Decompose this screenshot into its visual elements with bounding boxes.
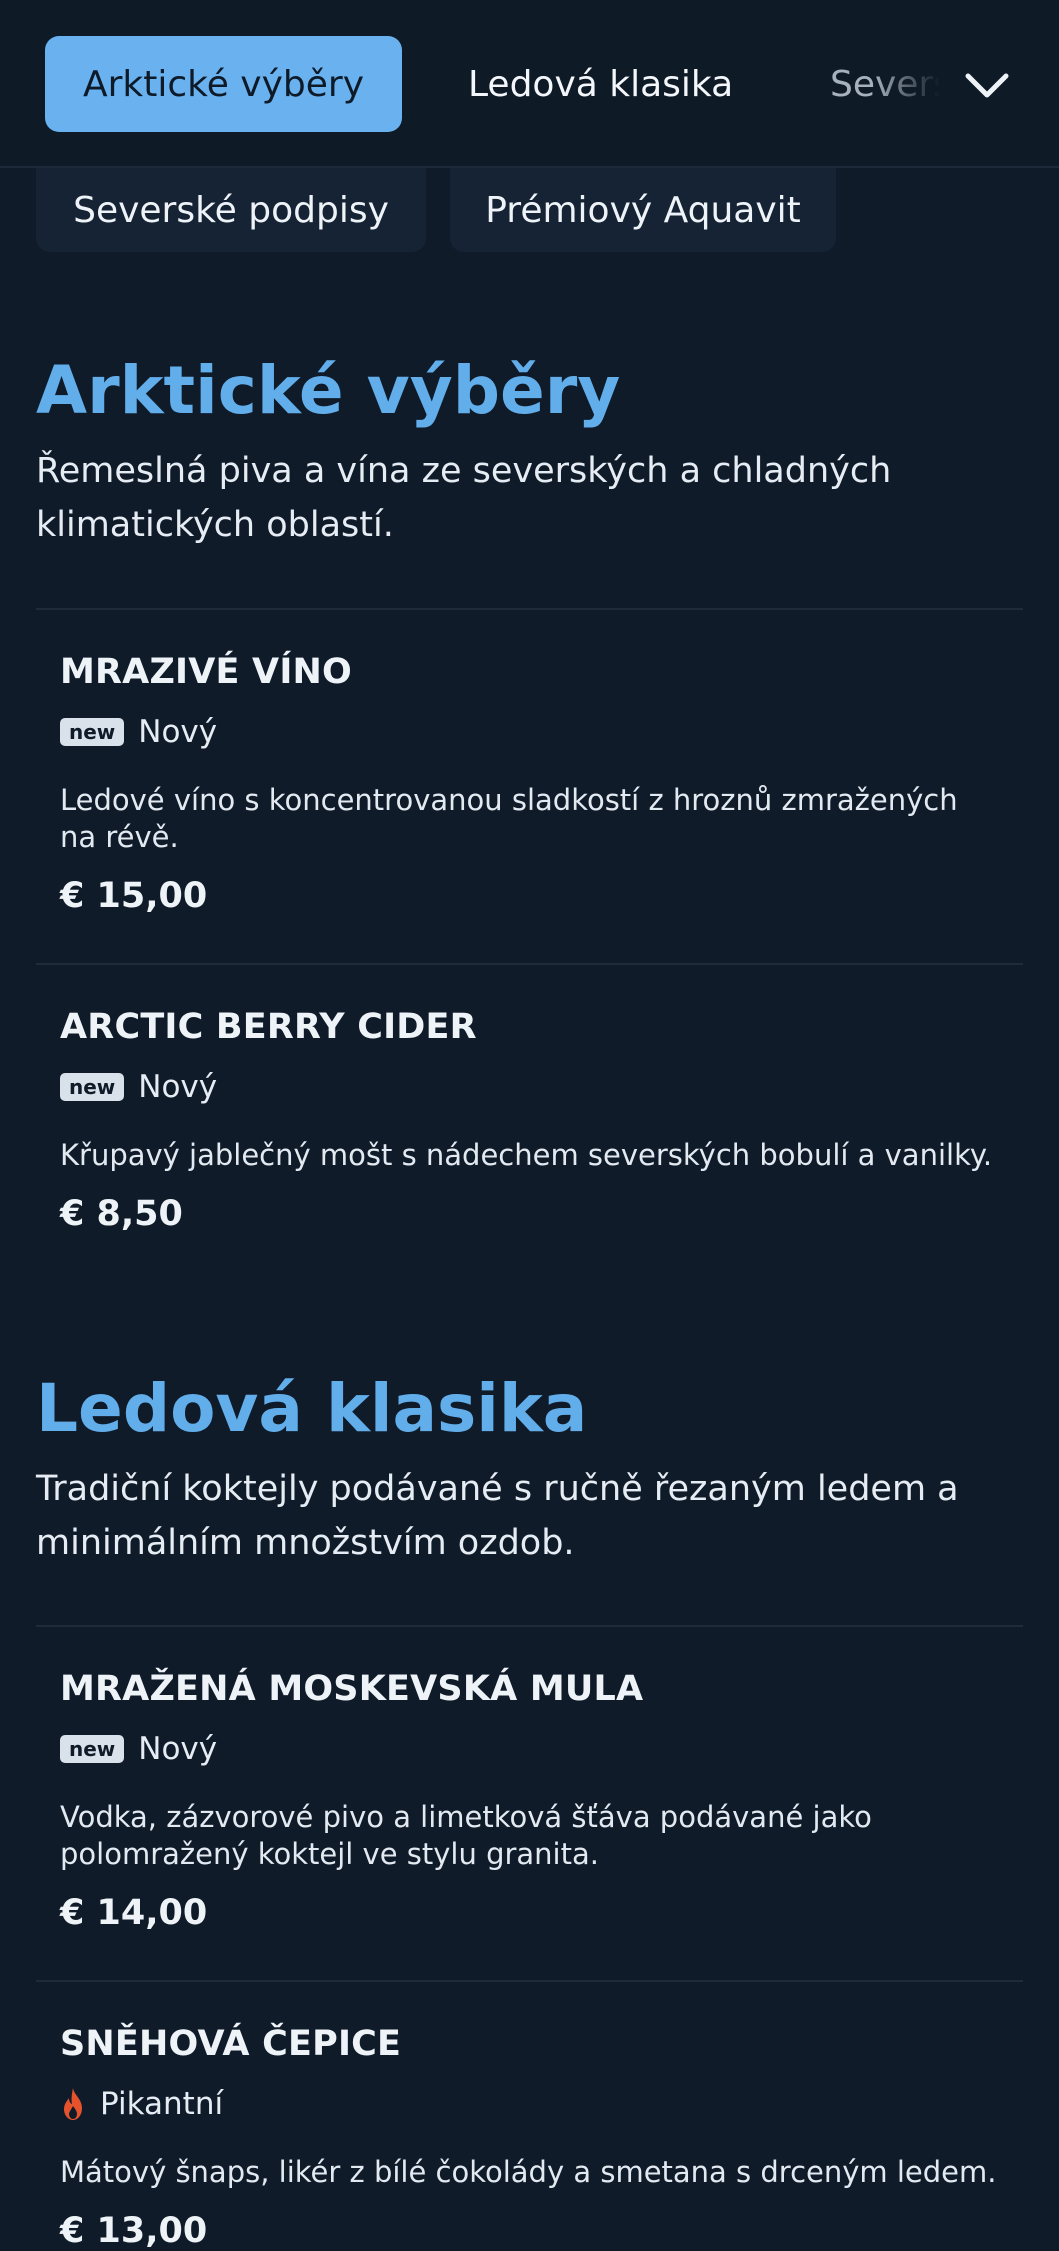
item-tag: new Nový [60, 1067, 999, 1107]
item-tag: new Nový [60, 1729, 999, 1769]
new-badge: new [60, 1735, 125, 1763]
section-description: Řemeslná piva a vína ze severských a chl… [36, 450, 892, 545]
tag-label: Nový [138, 714, 218, 750]
item-description: Vodka, zázvorové pivo a limetková šťáva … [60, 1800, 872, 1871]
tab-ledova-klasika[interactable]: Ledová klasika [468, 36, 733, 132]
menu-item[interactable]: SNĚHOVÁ ČEPICE Pikantní Mátový šnaps, li… [36, 1982, 1023, 2251]
category-chip-severske-podpisy[interactable]: Severské podpisy [36, 168, 426, 252]
menu-item-list: MRAZIVÉ VÍNO new Nový Ledové víno s konc… [36, 608, 1023, 916]
item-price: € 14,00 [60, 1893, 208, 1933]
item-name: MRAZIVÉ VÍNO [60, 652, 353, 692]
chevron-down-icon[interactable] [962, 60, 1012, 110]
menu-section-ledova-klasika: Ledová klasika Tradiční koktejly podávan… [36, 1370, 1023, 1570]
menu-item-list: MRAŽENÁ MOSKEVSKÁ MULA new Nový Vodka, z… [36, 1625, 1023, 1933]
item-tag: new Nový [60, 712, 999, 752]
menu-item-list: SNĚHOVÁ ČEPICE Pikantní Mátový šnaps, li… [36, 1980, 1023, 2251]
item-tag: Pikantní [60, 2084, 999, 2124]
tag-label: Pikantní [100, 2086, 224, 2122]
menu-item-list: ARCTIC BERRY CIDER new Nový Křupavý jabl… [36, 963, 1023, 1234]
tag-label: Nový [138, 1731, 218, 1767]
new-badge: new [60, 1073, 125, 1101]
item-price: € 15,00 [60, 876, 208, 916]
menu-section-arkticke-vybery: Arktické výběry Řemeslná piva a vína ze … [36, 352, 1023, 552]
menu-item[interactable]: MRAŽENÁ MOSKEVSKÁ MULA new Nový Vodka, z… [36, 1627, 1023, 1933]
flame-icon [64, 2088, 82, 2120]
item-description: Křupavý jablečný mošt s nádechem seversk… [60, 1138, 993, 1172]
item-price: € 13,00 [60, 2211, 208, 2251]
tab-arkticke-vybery[interactable]: Arktické výběry [45, 36, 402, 132]
tag-label: Nový [138, 1069, 218, 1105]
item-price: € 8,50 [60, 1194, 183, 1234]
item-name: ARCTIC BERRY CIDER [60, 1007, 477, 1047]
section-title: Ledová klasika [36, 1370, 588, 1447]
tab-severske-podpisy[interactable]: Severské podpisy [830, 36, 940, 132]
section-description: Tradiční koktejly podávané s ručně řezan… [36, 1468, 959, 1563]
item-description: Mátový šnaps, likér z bílé čokolády a sm… [60, 2155, 997, 2189]
category-chip-premiovy-aquavit[interactable]: Prémiový Aquavit [450, 168, 836, 252]
section-title: Arktické výběry [36, 352, 621, 429]
item-description: Ledové víno s koncentrovanou sladkostí z… [60, 783, 958, 854]
menu-item[interactable]: MRAZIVÉ VÍNO new Nový Ledové víno s konc… [36, 610, 1023, 916]
category-nav: Arktické výběry Ledová klasika Severské … [0, 0, 1059, 168]
menu-item[interactable]: ARCTIC BERRY CIDER new Nový Křupavý jabl… [36, 965, 1023, 1234]
item-name: SNĚHOVÁ ČEPICE [60, 2024, 402, 2064]
item-name: MRAŽENÁ MOSKEVSKÁ MULA [60, 1669, 644, 1709]
new-badge: new [60, 718, 125, 746]
